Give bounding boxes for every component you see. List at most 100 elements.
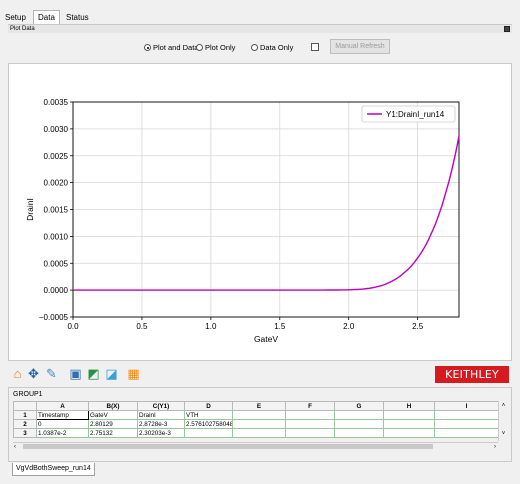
home-icon[interactable]: ⌂ bbox=[10, 366, 25, 381]
data-sheet: GROUP1 A B(X) C(Y1) D E F G H I 1 Timest bbox=[8, 387, 512, 462]
scroll-down-icon[interactable]: ˅ bbox=[499, 429, 508, 439]
y-tick-label: 0.0000 bbox=[44, 286, 69, 295]
scroll-thumb[interactable] bbox=[23, 444, 433, 449]
scroll-up-icon[interactable]: ˄ bbox=[499, 401, 508, 411]
table-cell[interactable]: GateV bbox=[88, 410, 138, 420]
table-cell[interactable]: 2.30203e-3 bbox=[137, 428, 185, 438]
table-cell[interactable]: Timestamp bbox=[36, 410, 89, 420]
x-axis-label: GateV bbox=[254, 334, 278, 344]
column-header[interactable]: E bbox=[232, 401, 286, 411]
radio-icon bbox=[251, 44, 258, 51]
y-tick-label: 0.0025 bbox=[44, 152, 69, 161]
table-cell[interactable]: VTH bbox=[184, 410, 233, 420]
y-tick-label: 0.0010 bbox=[44, 232, 69, 241]
table-cell[interactable]: 2.576102758048 bbox=[184, 419, 233, 429]
grid-icon[interactable]: ▦ bbox=[126, 366, 141, 381]
table-cell[interactable] bbox=[334, 410, 384, 420]
corner-cell[interactable] bbox=[13, 401, 37, 411]
horizontal-scrollbar[interactable]: ‹ › bbox=[13, 442, 498, 450]
table-cell[interactable] bbox=[184, 428, 233, 438]
row-header[interactable]: 1 bbox=[13, 410, 37, 420]
y-tick-label: −0.0005 bbox=[39, 313, 69, 322]
y-tick-label: 0.0030 bbox=[44, 125, 69, 134]
table-cell[interactable] bbox=[232, 419, 286, 429]
table-cell[interactable] bbox=[285, 410, 335, 420]
column-header[interactable]: A bbox=[36, 401, 89, 411]
column-header[interactable]: I bbox=[434, 401, 499, 411]
scroll-left-icon[interactable]: ‹ bbox=[14, 443, 16, 451]
table-cell[interactable]: 2.80129 bbox=[88, 419, 138, 429]
view-controls: Plot and Data Plot Only Data Only Manual… bbox=[8, 33, 512, 63]
tab-data[interactable]: Data bbox=[33, 10, 60, 25]
column-header[interactable]: D bbox=[184, 401, 233, 411]
panel-header: Plot Data bbox=[8, 24, 512, 33]
y-tick-label: 0.0005 bbox=[44, 259, 69, 268]
radio-icon bbox=[196, 44, 203, 51]
column-header[interactable]: H bbox=[383, 401, 435, 411]
radio-data-only[interactable]: Data Only bbox=[251, 43, 293, 53]
table-cell[interactable] bbox=[383, 410, 435, 420]
table-cell[interactable]: DrainI bbox=[137, 410, 185, 420]
radio-plot-and-data[interactable]: Plot and Data bbox=[144, 43, 198, 53]
x-tick-label: 1.5 bbox=[274, 322, 286, 331]
column-header[interactable]: C(Y1) bbox=[137, 401, 185, 411]
table-cell[interactable] bbox=[232, 410, 286, 420]
column-header[interactable]: B(X) bbox=[88, 401, 138, 411]
x-tick-label: 2.5 bbox=[412, 322, 424, 331]
column-header[interactable]: G bbox=[334, 401, 384, 411]
table-row: 1 Timestamp GateV DrainI VTH bbox=[13, 410, 499, 420]
radio-selected-icon bbox=[144, 44, 151, 51]
pan-icon[interactable]: ✥ bbox=[26, 366, 41, 381]
radio-plot-only[interactable]: Plot Only bbox=[196, 43, 235, 53]
legend-entry: Y1:DrainI_run14 bbox=[386, 110, 445, 119]
tab-setup[interactable]: Setup bbox=[0, 10, 31, 24]
y-tick-label: 0.0020 bbox=[44, 179, 69, 188]
row-header[interactable]: 3 bbox=[13, 428, 37, 438]
table-cell[interactable] bbox=[383, 419, 435, 429]
plot-toolbar: ⌂ ✥ ✎ ▣ ◩ ◪ ▦ KEITHLEY bbox=[8, 361, 512, 387]
plot-area[interactable]: 0.0 0.5 1.0 1.5 2.0 2.5 −0.0005 0.0000 0.0005 0.0… bbox=[8, 63, 512, 361]
x-tick-label: 1.0 bbox=[205, 322, 217, 331]
table-cell[interactable]: 2.75132 bbox=[88, 428, 138, 438]
scroll-right-icon[interactable]: › bbox=[494, 443, 496, 451]
data-grid[interactable]: A B(X) C(Y1) D E F G H I 1 Timestamp Gat… bbox=[13, 401, 499, 438]
table-cell[interactable] bbox=[232, 428, 286, 438]
series-line-Y1:DrainI_run14 bbox=[73, 135, 460, 291]
manual-refresh-button[interactable]: Manual Refresh bbox=[330, 39, 390, 54]
table-cell[interactable] bbox=[383, 428, 435, 438]
table-cell[interactable] bbox=[285, 419, 335, 429]
x-tick-label: 0.5 bbox=[136, 322, 148, 331]
table-cell[interactable]: 0 bbox=[36, 419, 89, 429]
tab-bar: Setup Data Status bbox=[0, 0, 520, 25]
auto-refresh-checkbox[interactable] bbox=[311, 43, 319, 51]
table-cell[interactable] bbox=[334, 428, 384, 438]
restore-icon[interactable] bbox=[504, 26, 510, 32]
x-tick-label: 0.0 bbox=[67, 322, 79, 331]
table-cell[interactable] bbox=[434, 428, 499, 438]
table-row: 2 0 2.80129 2.8728e-3 2.576102758048 bbox=[13, 419, 499, 429]
edit-icon[interactable]: ✎ bbox=[44, 366, 59, 381]
save-icon[interactable]: ▣ bbox=[68, 366, 83, 381]
table-cell[interactable]: 2.8728e-3 bbox=[137, 419, 185, 429]
chart-svg[interactable]: 0.0 0.5 1.0 1.5 2.0 2.5 −0.0005 0.0000 0.0005 0.0… bbox=[9, 64, 511, 360]
keithley-logo: KEITHLEY bbox=[435, 366, 509, 383]
table-cell[interactable] bbox=[434, 410, 499, 420]
panel-title: Plot Data bbox=[10, 26, 35, 32]
x-tick-label: 2.0 bbox=[343, 322, 355, 331]
table-cell[interactable] bbox=[285, 428, 335, 438]
table-cell[interactable]: 1.0387e-2 bbox=[36, 428, 89, 438]
tab-status[interactable]: Status bbox=[61, 10, 94, 24]
column-header[interactable]: F bbox=[285, 401, 335, 411]
chart-icon[interactable]: ◩ bbox=[86, 366, 101, 381]
graph-settings-icon[interactable]: ◪ bbox=[104, 366, 119, 381]
table-cell[interactable] bbox=[434, 419, 499, 429]
group-label: GROUP1 bbox=[13, 391, 43, 398]
y-axis-label: DrainI bbox=[25, 198, 35, 221]
y-tick-label: 0.0015 bbox=[44, 206, 69, 215]
y-tick-label: 0.0035 bbox=[44, 98, 69, 107]
row-header[interactable]: 2 bbox=[13, 419, 37, 429]
table-row: 3 1.0387e-2 2.75132 2.30203e-3 bbox=[13, 428, 499, 438]
vertical-scrollbar[interactable]: ˄ ˅ bbox=[498, 401, 508, 441]
sheet-tab[interactable]: VgVdBothSweep_run14 bbox=[12, 463, 95, 476]
table-cell[interactable] bbox=[334, 419, 384, 429]
